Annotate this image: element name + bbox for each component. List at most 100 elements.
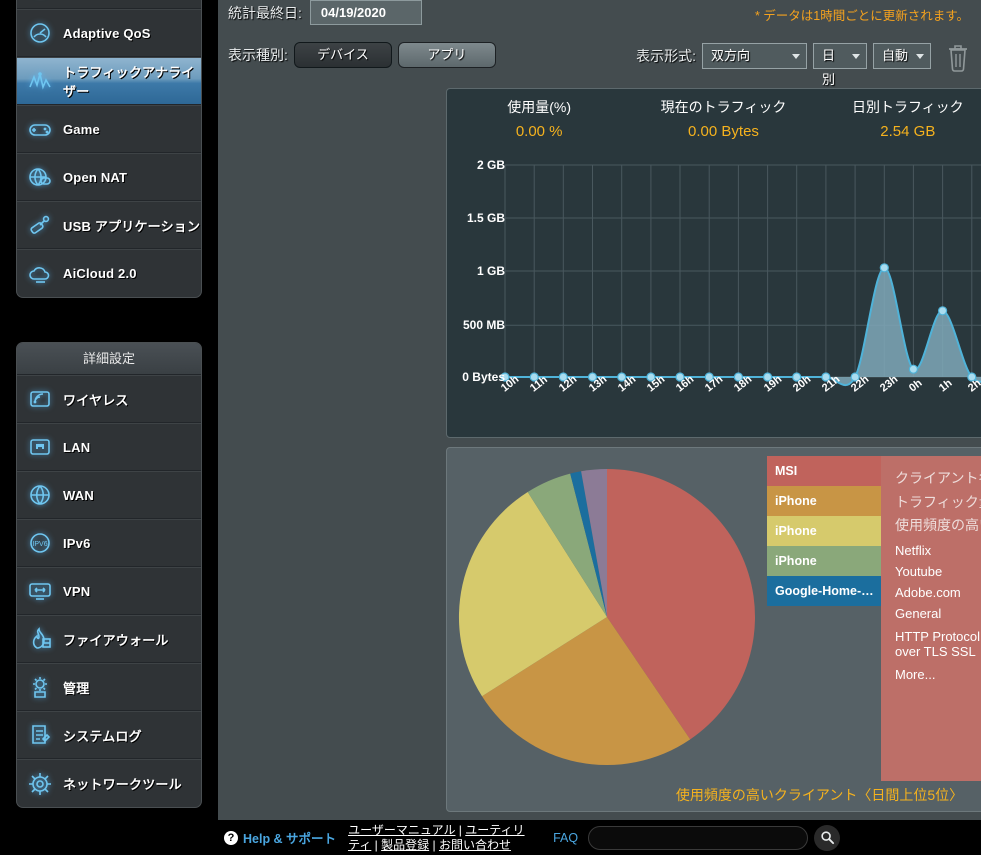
view-format-group: 表示形式: 双方向 日別 自動 bbox=[636, 40, 973, 87]
chevron-down-icon bbox=[916, 54, 924, 59]
sidebar-item-7[interactable]: AiCloud 2.0 bbox=[17, 249, 201, 297]
stat-usage-value: 0.00 % bbox=[515, 123, 563, 140]
sidebar-item-label: トラフィックアナライザー bbox=[63, 65, 195, 99]
app-usage-row: Adobe.com5.97 MB bbox=[895, 583, 981, 604]
y-axis-labels: 0 Bytes 500 MB 1 GB 1.5 GB 2 GB bbox=[447, 151, 505, 411]
shield-lock-icon bbox=[17, 0, 63, 5]
app-usage-row: Youtube47.82 MB bbox=[895, 562, 981, 583]
sidebar-item-label: ファイアウォール bbox=[63, 632, 169, 648]
help-support-label: Help & サポート bbox=[243, 832, 337, 846]
footer-links: ユーザーマニュアル | ユーティリティ | 製品登録 | お問い合わせ bbox=[348, 823, 533, 853]
update-note: * データは1時間ごとに更新されます。 bbox=[754, 9, 969, 23]
sidebar-advanced-item-5[interactable]: VPN bbox=[17, 567, 201, 615]
sidebar-advanced-item-1[interactable]: ワイヤレス bbox=[17, 375, 201, 423]
refresh-select[interactable]: 自動 bbox=[873, 43, 931, 69]
globe-gamepad-icon bbox=[17, 157, 63, 197]
gauge-icon bbox=[17, 13, 63, 53]
more-apps-label: More... bbox=[895, 666, 936, 682]
period-select[interactable]: 日別 bbox=[813, 43, 867, 87]
legend-item[interactable]: iPhone bbox=[767, 486, 881, 516]
help-support[interactable]: ? Help & サポート bbox=[224, 828, 336, 847]
search-input[interactable] bbox=[588, 825, 809, 850]
detail-traffic-label: トラフィック量: bbox=[895, 494, 981, 510]
sidebar-advanced-item-7[interactable]: 管理 bbox=[17, 663, 201, 711]
sidebar-advanced-item-3[interactable]: WAN bbox=[17, 471, 201, 519]
legend-item[interactable]: Google-Home-Mini bbox=[767, 576, 881, 606]
y-axis-tick: 1.5 GB bbox=[466, 211, 505, 225]
administration-gear-icon bbox=[17, 667, 63, 707]
question-mark-icon: ? bbox=[224, 830, 238, 845]
magnifier-icon bbox=[820, 831, 834, 845]
app-usage-row: HTTP Protocol over TLS SSL2.84 MB bbox=[895, 625, 981, 665]
detail-client-name-label: クライアント名: bbox=[895, 470, 981, 486]
view-type-app-button[interactable]: アプリ bbox=[397, 42, 496, 68]
trash-icon[interactable] bbox=[943, 40, 973, 72]
footer-link-separator: | bbox=[455, 822, 466, 837]
detail-top-apps-label: 使用頻度の高いアプリ〈上位5位〉: bbox=[895, 517, 981, 533]
sidebar-advanced-item-8[interactable]: システムログ bbox=[17, 711, 201, 759]
refresh-select-value: 自動 bbox=[882, 48, 909, 63]
sidebar-item-1[interactable]: AiProtection bbox=[17, 0, 201, 9]
pie-legend: MSI iPhone iPhone iPhone Google-Home-Mini bbox=[767, 456, 881, 606]
sidebar-item-label: VPN bbox=[63, 583, 91, 599]
more-apps-link[interactable]: More... bbox=[895, 665, 981, 686]
pie-caption: 使用頻度の高いクライアント〈日間上位5位〉 bbox=[675, 787, 964, 803]
view-type-device-button[interactable]: デバイス bbox=[293, 42, 392, 68]
detail-traffic-row: トラフィック量: 1.03 GB bbox=[895, 492, 981, 512]
sidebar-advanced-item-4[interactable]: IPV6 IPv6 bbox=[17, 519, 201, 567]
stats-row: 使用量(%) 0.00 % 現在のトラフィック 0.00 Bytes 日別トラフ… bbox=[447, 89, 981, 142]
gamepad-icon bbox=[17, 109, 63, 149]
sidebar-advanced-item-2[interactable]: LAN bbox=[17, 423, 201, 471]
legend-item-label: Google-Home-Mini bbox=[775, 584, 881, 598]
network-tools-icon bbox=[17, 764, 63, 804]
stat-daily-title: 日別トラフィック bbox=[851, 99, 964, 115]
sidebar-item-label: WAN bbox=[63, 487, 94, 503]
footer-link[interactable]: お問い合わせ bbox=[439, 838, 511, 852]
sidebar-item-5[interactable]: Open NAT bbox=[17, 153, 201, 201]
legend-item[interactable]: iPhone bbox=[767, 546, 881, 576]
footer-link[interactable]: 製品登録 bbox=[381, 838, 429, 852]
sidebar-item-3[interactable]: トラフィックアナライザー bbox=[17, 57, 201, 105]
sidebar-item-6[interactable]: USB アプリケーション bbox=[17, 201, 201, 249]
legend-item[interactable]: iPhone bbox=[767, 516, 881, 546]
app-name: Youtube bbox=[895, 563, 943, 579]
clients-pie-card: MSI iPhone iPhone iPhone Google-Home-Mini クラ… bbox=[446, 447, 981, 812]
sidebar-item-label: Open NAT bbox=[63, 169, 128, 185]
direction-select[interactable]: 双方向 bbox=[702, 43, 807, 69]
footer-link[interactable]: ユーザーマニュアル bbox=[348, 823, 455, 837]
stat-current-value: 0.00 Bytes bbox=[688, 123, 759, 140]
sidebar-item-label: USB アプリケーション bbox=[63, 218, 201, 234]
view-format-label: 表示形式: bbox=[636, 48, 696, 64]
sidebar-advanced-item-9[interactable]: ネットワークツール bbox=[17, 759, 201, 807]
sidebar-item-4[interactable]: Game bbox=[17, 105, 201, 153]
sidebar: AiProtection Adaptive QoS トラフィックアナライザー Game… bbox=[0, 0, 218, 855]
sidebar-item-label: Adaptive QoS bbox=[63, 25, 151, 41]
sidebar-item-label: システムログ bbox=[63, 728, 142, 744]
y-axis-tick: 500 MB bbox=[462, 318, 505, 333]
top-apps-list: Netflix992.97 MBYoutube47.82 MBAdobe.com… bbox=[895, 541, 981, 665]
sidebar-advanced-item-6[interactable]: ファイアウォール bbox=[17, 615, 201, 663]
view-type-label: 表示種別: bbox=[228, 47, 288, 63]
app-usage-row: General4.30 MB bbox=[895, 604, 981, 625]
toolbar: 統計最終日: 04/19/2020 * データは1時間ごとに更新されます。 表示… bbox=[218, 0, 981, 88]
chart-canvas bbox=[500, 164, 981, 386]
sidebar-item-label: AiCloud 2.0 bbox=[63, 266, 137, 281]
footer-link-separator: | bbox=[429, 837, 439, 852]
advanced-settings-header: 詳細設定 bbox=[17, 343, 201, 375]
traffic-area-chart: 0 Bytes 500 MB 1 GB 1.5 GB 2 GB 10h 11h 12h 13h… bbox=[447, 151, 981, 437]
stat-current-title: 現在のトラフィック bbox=[660, 99, 787, 115]
search-button[interactable] bbox=[814, 824, 841, 851]
chevron-down-icon bbox=[792, 54, 800, 59]
stat-date-label: 統計最終日: bbox=[228, 4, 302, 21]
sidebar-item-label: IPv6 bbox=[63, 535, 91, 551]
sidebar-item-2[interactable]: Adaptive QoS bbox=[17, 9, 201, 57]
vpn-monitor-icon bbox=[17, 571, 63, 611]
legend-item-label: iPhone bbox=[775, 524, 817, 538]
sidebar-item-label: ワイヤレス bbox=[63, 392, 129, 408]
y-axis-tick: 2 GB bbox=[476, 158, 505, 172]
stat-date-row: 統計最終日: 04/19/2020 bbox=[228, 0, 422, 25]
stat-usage: 使用量(%) 0.00 % bbox=[447, 97, 631, 140]
stat-date-value[interactable]: 04/19/2020 bbox=[309, 0, 422, 25]
legend-item[interactable]: MSI bbox=[767, 456, 881, 486]
footer-link-separator: | bbox=[371, 837, 382, 852]
